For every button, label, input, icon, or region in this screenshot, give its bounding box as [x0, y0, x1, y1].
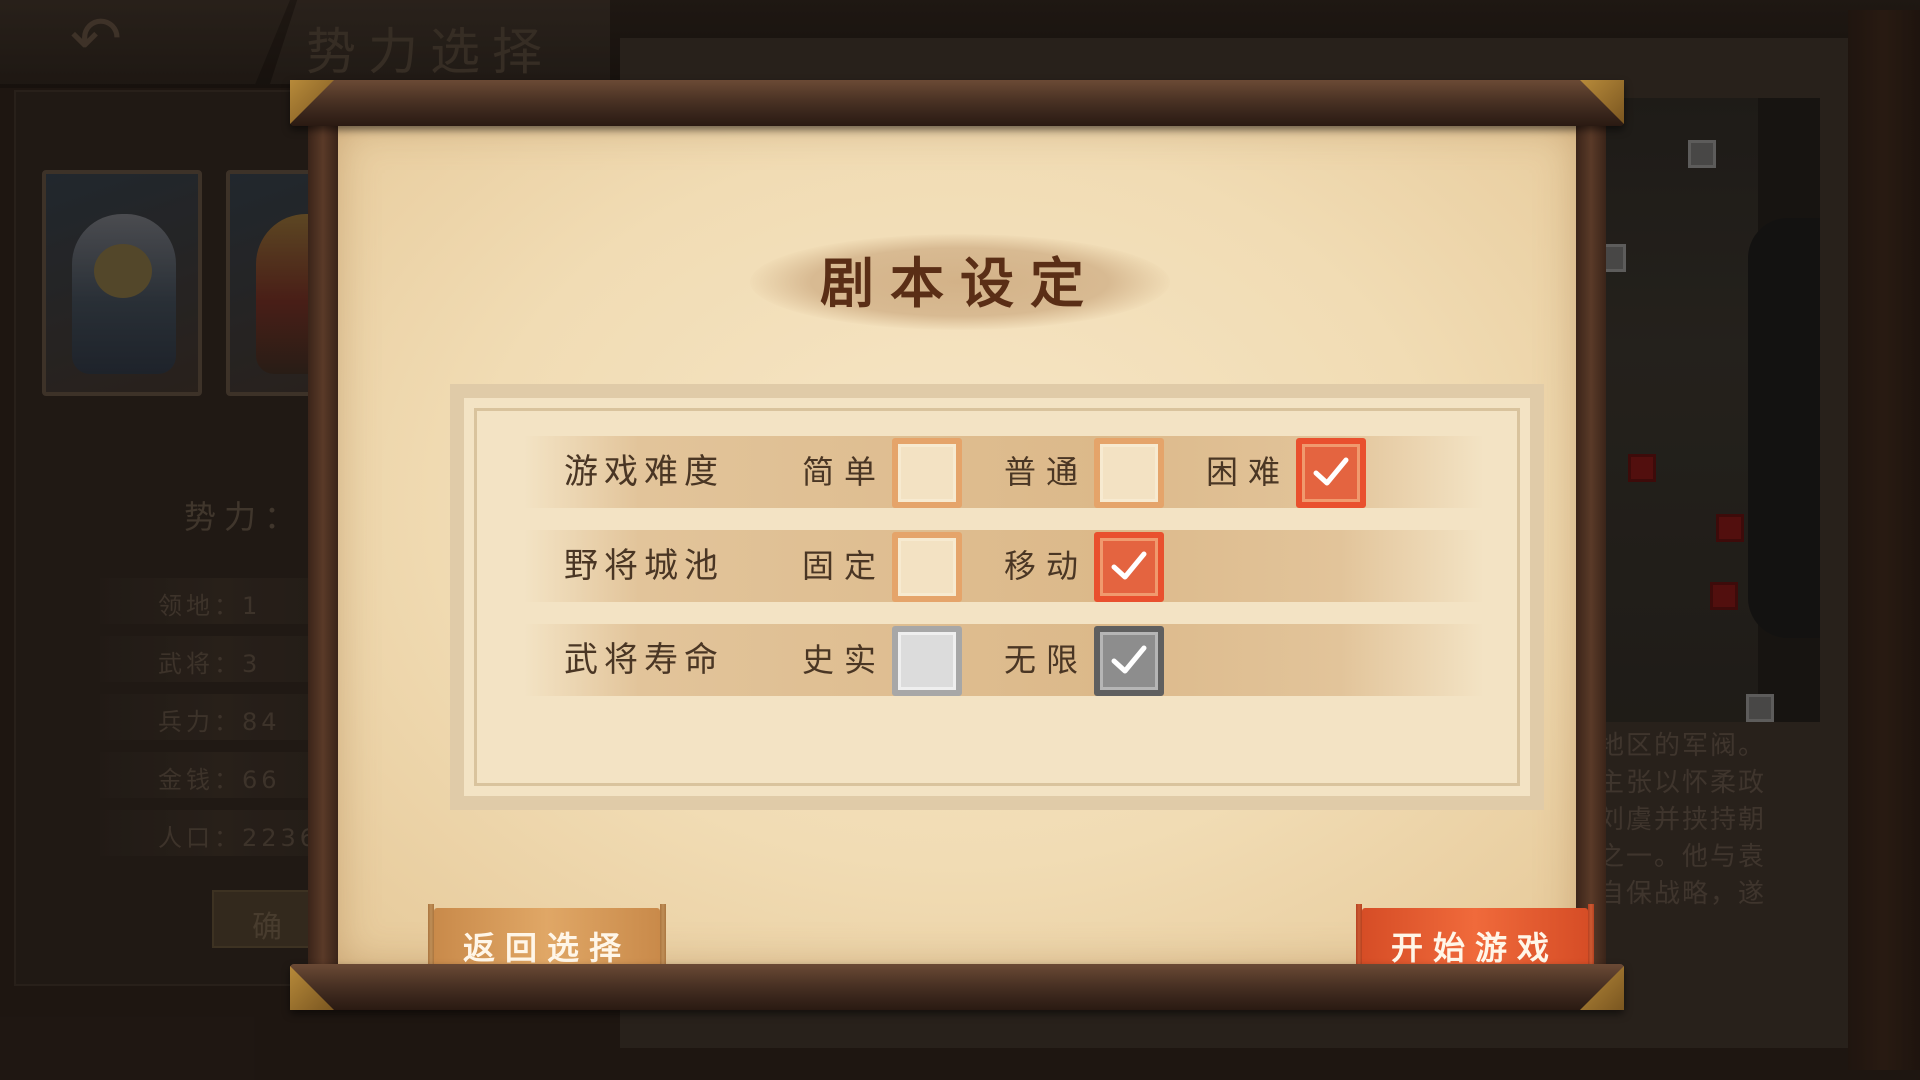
scroll-rod-bottom — [290, 964, 1624, 1010]
lifespan-historical-label: 史实 — [802, 641, 887, 679]
wild-cities-label: 野将城池 — [564, 546, 724, 586]
wild-cities-moving-label: 移动 — [1004, 547, 1089, 585]
wild-cities-fixed-checkbox[interactable] — [892, 532, 962, 602]
checkmark-icon — [1111, 645, 1147, 674]
corner-ornament — [474, 756, 504, 786]
corner-ornament — [1490, 408, 1520, 438]
settings-box: 游戏难度 简单 普通 困难 野将城池 固定 移动 武将寿命 史实 无限 — [450, 384, 1544, 810]
difficulty-hard-label: 困难 — [1206, 453, 1291, 491]
lifespan-row: 武将寿命 史实 无限 — [524, 624, 1484, 696]
wild-cities-fixed-label: 固定 — [802, 547, 887, 585]
scenario-settings-dialog: 剧本设定 游戏难度 简单 普通 困难 野将城池 固定 移动 武将寿命 史实 无限… — [290, 80, 1624, 1010]
corner-ornament — [474, 408, 504, 438]
lifespan-unlimited-label: 无限 — [1004, 641, 1089, 679]
parchment-panel: 剧本设定 游戏难度 简单 普通 困难 野将城池 固定 移动 武将寿命 史实 无限… — [338, 126, 1588, 988]
difficulty-normal-checkbox[interactable] — [1094, 438, 1164, 508]
difficulty-label: 游戏难度 — [564, 452, 724, 492]
lifespan-unlimited-checkbox[interactable] — [1094, 626, 1164, 696]
scroll-post-left — [308, 120, 338, 972]
difficulty-easy-checkbox[interactable] — [892, 438, 962, 508]
lifespan-historical-checkbox[interactable] — [892, 626, 962, 696]
checkmark-icon — [1313, 457, 1349, 486]
dialog-title: 剧本设定 — [820, 251, 1100, 315]
wild-cities-moving-checkbox[interactable] — [1094, 532, 1164, 602]
difficulty-normal-label: 普通 — [1004, 453, 1089, 491]
scroll-post-right — [1576, 120, 1606, 972]
difficulty-easy-label: 简单 — [802, 453, 887, 491]
scroll-rod-top — [290, 80, 1624, 126]
difficulty-hard-checkbox[interactable] — [1296, 438, 1366, 508]
wild-cities-row: 野将城池 固定 移动 — [524, 530, 1484, 602]
lifespan-label: 武将寿命 — [564, 640, 724, 680]
checkmark-icon — [1111, 551, 1147, 580]
difficulty-row: 游戏难度 简单 普通 困难 — [524, 436, 1484, 508]
corner-ornament — [1490, 756, 1520, 786]
